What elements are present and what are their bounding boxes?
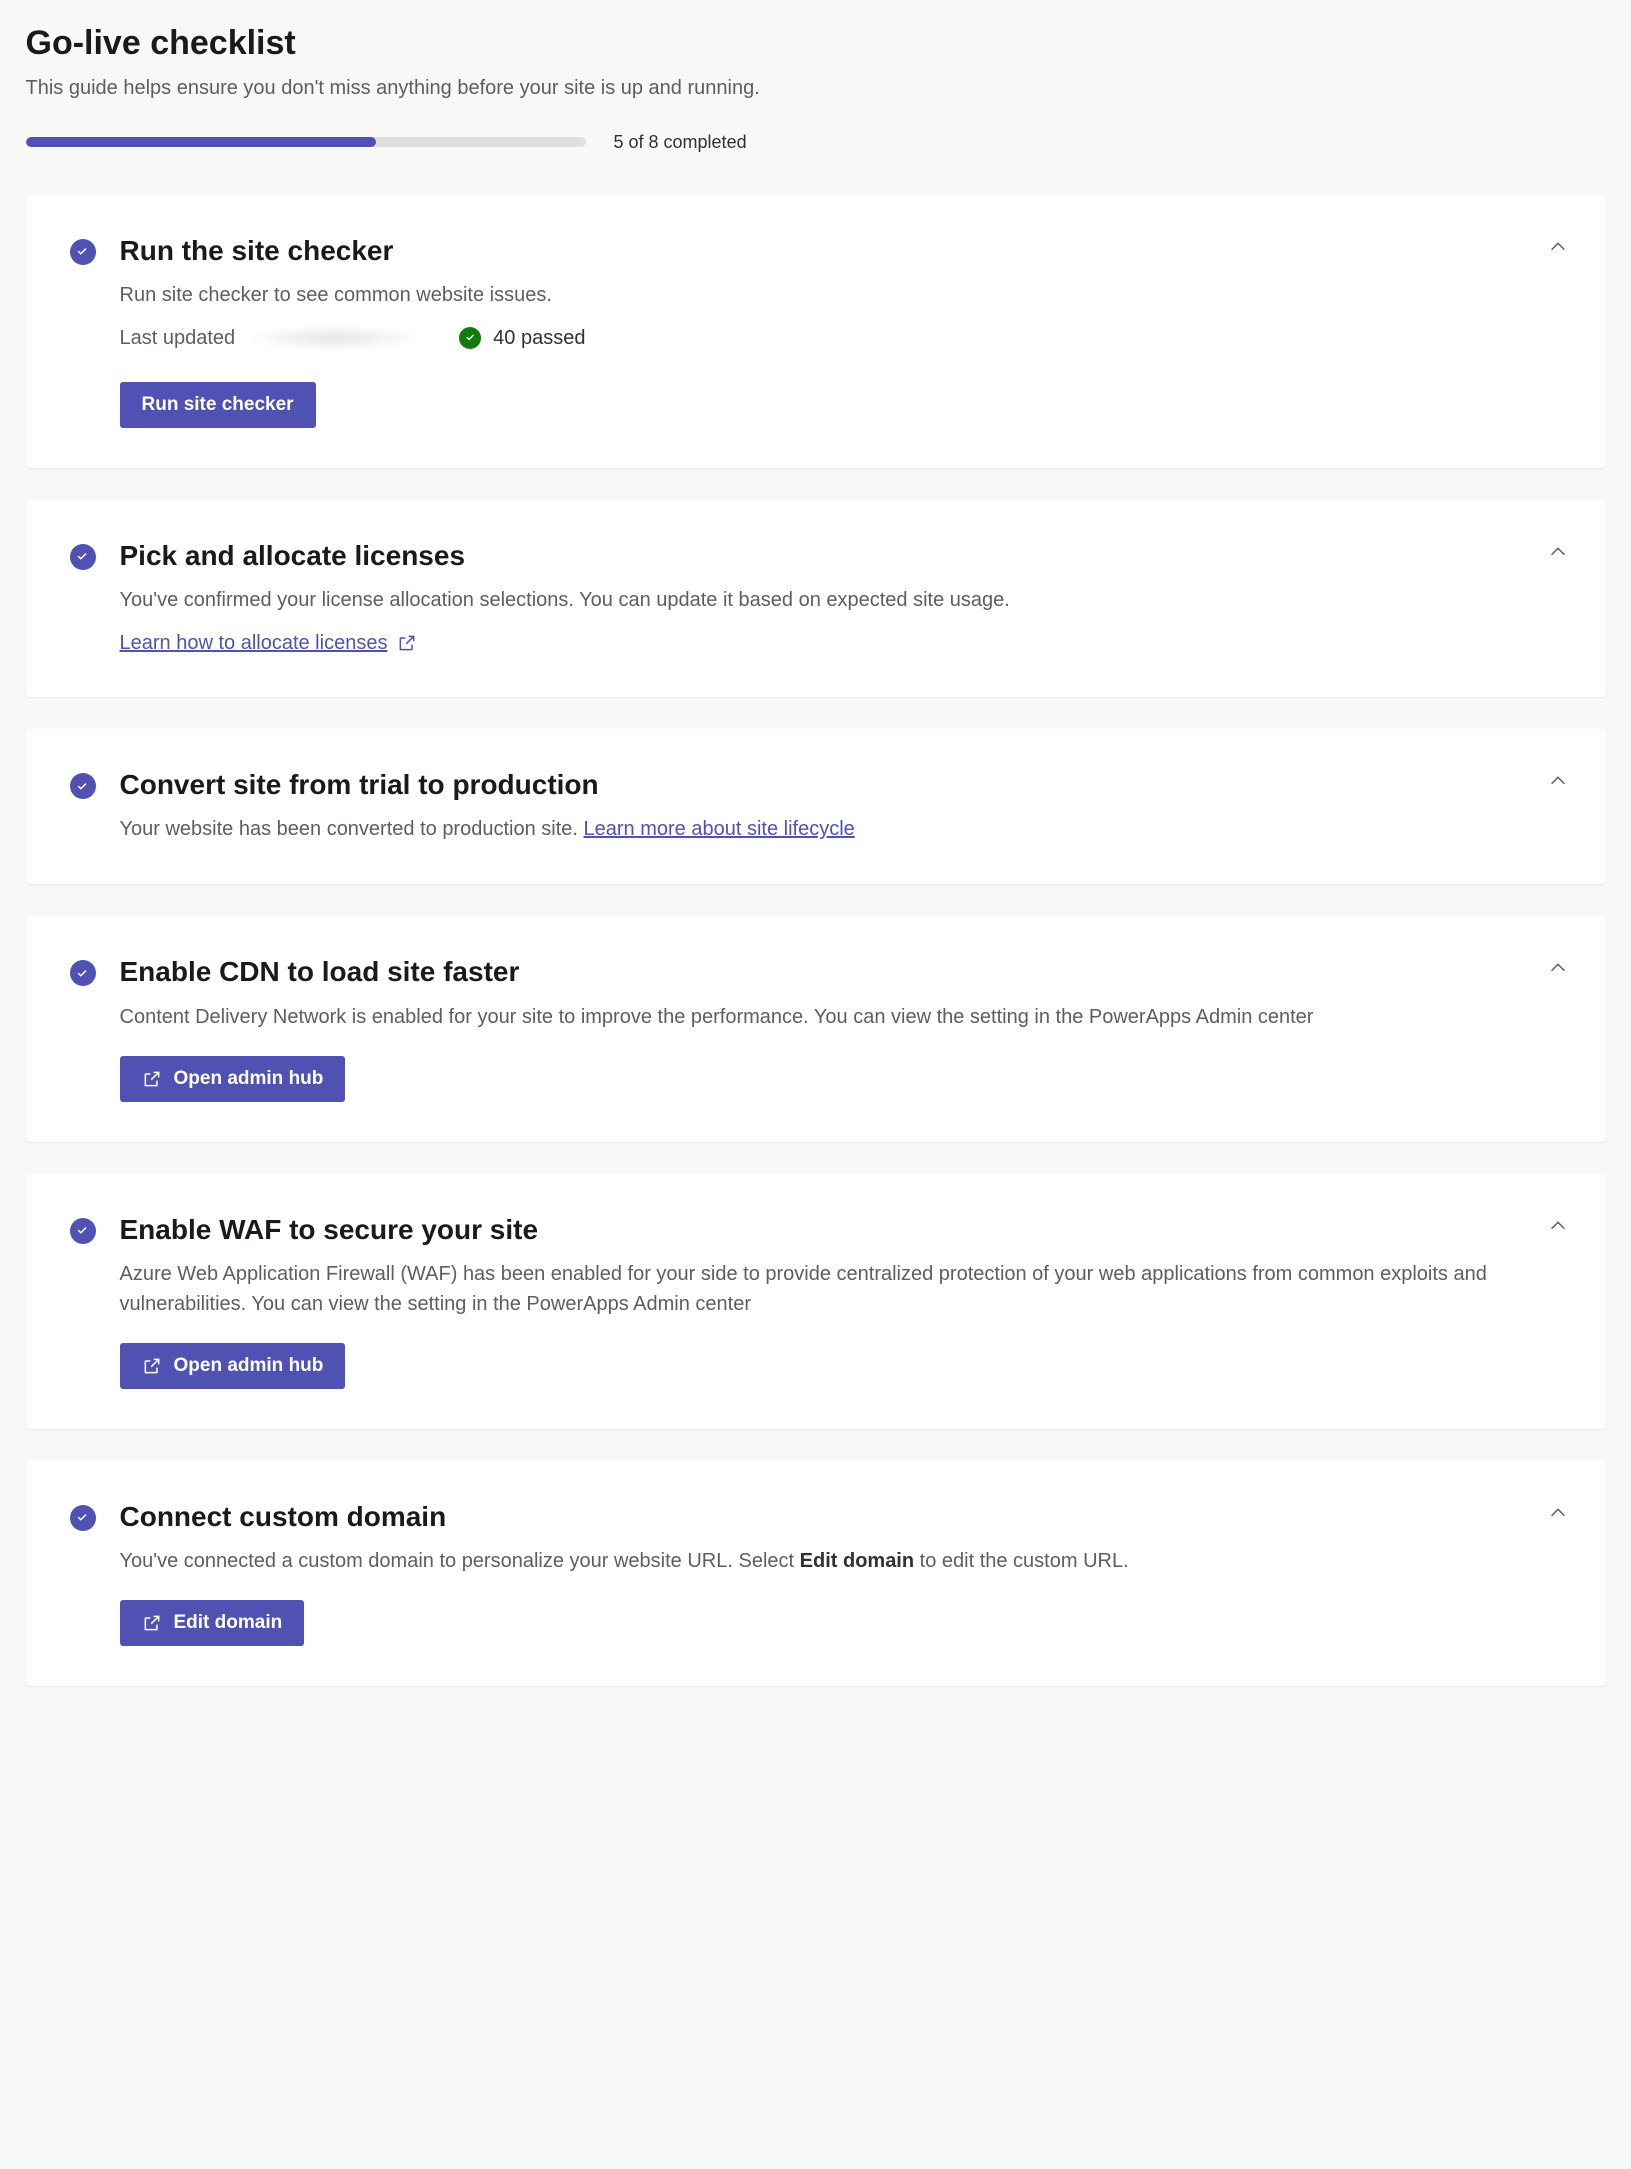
progress-label: 5 of 8 completed (614, 130, 747, 155)
item-description: Azure Web Application Firewall (WAF) has… (120, 1259, 1562, 1319)
chevron-up-icon (1547, 236, 1569, 258)
collapse-toggle[interactable] (1544, 538, 1572, 566)
check-circle-icon (70, 239, 96, 265)
button-label: Open admin hub (174, 1068, 324, 1090)
page-title: Go-live checklist (26, 20, 1606, 68)
check-circle-icon (70, 544, 96, 570)
open-external-icon (142, 1069, 162, 1089)
check-circle-icon (70, 960, 96, 986)
link-label: Learn how to allocate licenses (120, 629, 388, 657)
passed-count: 40 passed (493, 324, 585, 352)
open-admin-hub-button[interactable]: Open admin hub (120, 1056, 346, 1102)
item-description: Your website has been converted to produ… (120, 814, 1562, 844)
chevron-up-icon (1547, 1215, 1569, 1237)
item-title: Pick and allocate licenses (120, 536, 1562, 575)
check-circle-icon (70, 1218, 96, 1244)
status-row: Last updated 40 passed (120, 324, 1562, 352)
collapse-toggle[interactable] (1544, 954, 1572, 982)
button-label: Edit domain (174, 1612, 283, 1634)
last-updated-label: Last updated (120, 324, 236, 352)
open-external-icon (142, 1356, 162, 1376)
check-circle-icon (70, 773, 96, 799)
desc-text: Your website has been converted to produ… (120, 818, 584, 840)
item-title: Enable WAF to secure your site (120, 1210, 1562, 1249)
item-title: Enable CDN to load site faster (120, 952, 1562, 991)
item-description: You've connected a custom domain to pers… (120, 1546, 1562, 1576)
collapse-toggle[interactable] (1544, 1499, 1572, 1527)
checklist-item-convert: Convert site from trial to production Yo… (26, 729, 1606, 884)
desc-bold: Edit domain (800, 1550, 914, 1572)
check-circle-green-icon (459, 327, 481, 349)
desc-text: You've connected a custom domain to pers… (120, 1550, 800, 1572)
collapse-toggle[interactable] (1544, 233, 1572, 261)
checklist-item-domain: Connect custom domain You've connected a… (26, 1461, 1606, 1686)
item-description: Content Delivery Network is enabled for … (120, 1002, 1562, 1032)
allocate-licenses-link[interactable]: Learn how to allocate licenses (120, 629, 418, 657)
checklist-item-site-checker: Run the site checker Run site checker to… (26, 195, 1606, 468)
item-title: Connect custom domain (120, 1497, 1562, 1536)
progress-row: 5 of 8 completed (26, 130, 1606, 155)
collapse-toggle[interactable] (1544, 1212, 1572, 1240)
edit-domain-button[interactable]: Edit domain (120, 1600, 305, 1646)
item-description: Run site checker to see common website i… (120, 280, 1562, 310)
item-title: Convert site from trial to production (120, 765, 1562, 804)
progress-bar (26, 137, 586, 147)
button-label: Open admin hub (174, 1355, 324, 1377)
open-admin-hub-button[interactable]: Open admin hub (120, 1343, 346, 1389)
item-description: You've confirmed your license allocation… (120, 585, 1562, 615)
checklist-item-licenses: Pick and allocate licenses You've confir… (26, 500, 1606, 697)
chevron-up-icon (1547, 957, 1569, 979)
desc-text: to edit the custom URL. (914, 1550, 1129, 1572)
button-label: Run site checker (142, 394, 294, 416)
open-external-icon (142, 1613, 162, 1633)
checklist-item-waf: Enable WAF to secure your site Azure Web… (26, 1174, 1606, 1429)
site-lifecycle-link[interactable]: Learn more about site lifecycle (584, 818, 855, 840)
check-circle-icon (70, 1505, 96, 1531)
checklist-item-cdn: Enable CDN to load site faster Content D… (26, 916, 1606, 1141)
chevron-up-icon (1547, 541, 1569, 563)
progress-fill (26, 137, 376, 147)
item-title: Run the site checker (120, 231, 1562, 270)
last-updated-timestamp (249, 326, 419, 350)
page-subtitle: This guide helps ensure you don't miss a… (26, 74, 1606, 102)
run-site-checker-button[interactable]: Run site checker (120, 382, 316, 428)
chevron-up-icon (1547, 770, 1569, 792)
chevron-up-icon (1547, 1502, 1569, 1524)
open-external-icon (397, 633, 417, 653)
collapse-toggle[interactable] (1544, 767, 1572, 795)
